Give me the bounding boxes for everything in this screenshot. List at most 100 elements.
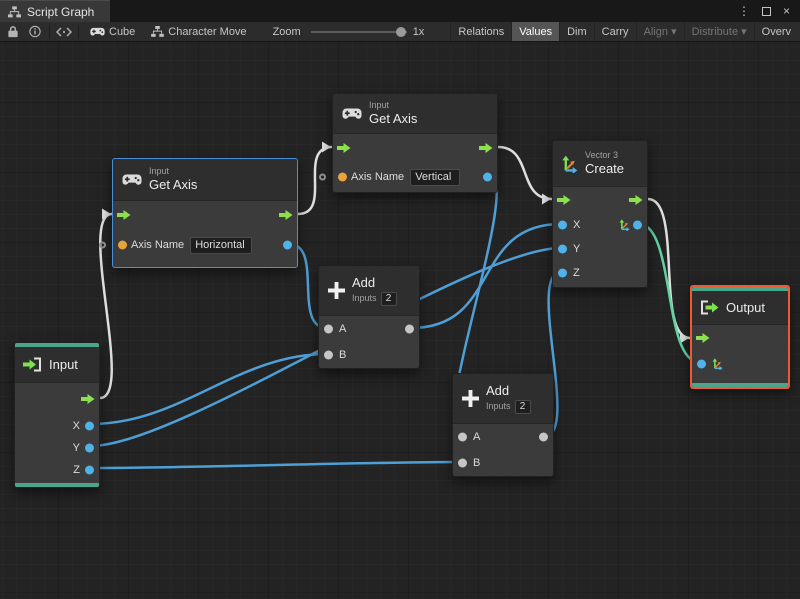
node-header[interactable]: Input [15,347,99,383]
port-row-y: Y [553,237,647,261]
control-in-port[interactable] [337,143,351,154]
maximize-icon[interactable] [761,6,771,16]
toggle-relations[interactable]: Relations [450,22,511,41]
graph-toolbar: Cube Character Move Zoom 1x Relations Va… [0,22,800,42]
wire-value-input-z-to-add2-b[interactable] [89,460,463,470]
close-icon[interactable]: × [783,5,790,17]
control-out-port[interactable] [479,143,493,154]
breadcrumb-gameobject[interactable]: Cube [82,22,143,41]
zoom-slider-handle[interactable] [395,26,406,37]
control-in-port[interactable] [696,333,710,344]
toggle-distribute[interactable]: Distribute ▾ [683,22,754,41]
node-add-2[interactable]: Add Inputs A B [452,373,554,477]
axis-name-field[interactable] [410,168,461,186]
control-in-port[interactable] [117,210,131,221]
toggle-dim[interactable]: Dim [559,22,594,41]
toolbar-separator [49,24,50,39]
node-title: Input [49,357,78,372]
menu-dots-icon[interactable]: ⋮ [738,5,750,17]
node-vector3-create[interactable]: Vector 3 Create X Y Z [552,140,648,288]
toolbar-separator [78,24,79,39]
input-port-b[interactable] [324,350,333,360]
gamepad-icon [90,27,105,37]
vector3-axes-icon [560,155,578,173]
node-get-axis-vertical[interactable]: Input Get Axis Axis Name [319,93,498,193]
node-subtitle: Input [369,100,390,111]
input-port-a[interactable] [458,432,467,442]
wire-flow-getaxis-vertical-to-vector3-arrowhead [542,193,551,205]
zoom-value: 1x [412,25,425,38]
wire-flow-getaxis-horizontal-to-getaxis-vertical[interactable] [296,145,334,216]
control-out-port[interactable] [629,195,643,206]
input-port-y[interactable] [558,244,567,254]
control-in-port[interactable] [557,195,571,206]
node-subtitle: Input [149,166,170,177]
wire-flow-getaxis-vertical-to-vector3[interactable] [496,145,554,201]
control-out-port[interactable] [81,394,95,405]
accent-strip [15,343,99,347]
control-port-row [692,325,788,351]
node-header[interactable]: Input Get Axis [113,159,297,201]
node-subtitle: Vector 3 [585,150,619,161]
input-port-a[interactable] [324,324,333,334]
gamepad-icon [342,108,362,120]
node-add-1[interactable]: Add Inputs A B [318,265,420,369]
vector3-input-port[interactable] [697,359,706,369]
wire-flow-getaxis-horizontal-to-getaxis-vertical-arrowhead [322,141,331,153]
output-port-z[interactable] [85,465,94,475]
inputs-count-field[interactable] [514,399,531,414]
value-output-port[interactable] [283,240,292,250]
port-y-label: Y [72,442,80,454]
toggle-align[interactable]: Align ▾ [635,22,684,41]
sum-output-port[interactable] [539,432,548,442]
control-port-row [113,201,297,229]
inputs-count-field[interactable] [380,291,397,306]
node-header[interactable]: Vector 3 Create [553,141,647,187]
output-port-x[interactable] [85,421,94,431]
input-port-x[interactable] [558,220,567,230]
node-graph-input[interactable]: Input X Y Z [14,342,100,488]
inputs-label: Inputs [486,401,511,412]
node-header[interactable]: Output [692,291,788,325]
node-graph-output[interactable]: Output [690,285,790,389]
vector3-output-icon [618,219,630,231]
toggle-carry[interactable]: Carry [593,22,636,41]
axis-name-row: Axis Name [319,162,497,192]
value-output-port[interactable] [483,172,492,182]
vector-input-row [692,351,788,377]
toggle-values[interactable]: Values [511,22,560,41]
zoom-slider[interactable] [310,26,407,37]
graph-name-label: Character Move [168,25,247,38]
script-graph-icon [8,6,21,18]
input-port-b[interactable] [458,458,467,468]
control-out-port[interactable] [279,210,293,221]
port-row-z: Z [15,459,99,481]
node-header[interactable]: Input Get Axis [333,94,497,134]
axis-name-row: Axis Name [99,229,297,261]
lock-icon[interactable] [2,22,24,42]
input-port-z[interactable] [558,268,567,278]
graph-canvas[interactable]: Input Get Axis Axis Name Input [0,42,800,599]
info-icon[interactable] [24,22,46,42]
node-header[interactable]: Add Inputs [453,374,553,424]
tab-script-graph[interactable]: Script Graph [0,0,111,22]
breadcrumb-graph[interactable]: Character Move [143,22,254,41]
wire-value-add1-to-vector3-x[interactable] [409,222,563,330]
code-icon[interactable] [53,22,75,42]
output-port-y[interactable] [85,443,94,453]
toolbar-toggle-group: Relations Values Dim Carry Align ▾ Distr… [450,22,798,41]
unconnected-port-indicator [99,241,106,249]
node-header[interactable]: Add Inputs [319,266,419,316]
wire-flow-vector3-to-output-arrowhead [680,332,689,344]
wire-flow-vector3-to-output[interactable] [646,197,692,340]
port-row-z: Z [553,261,647,285]
axis-name-input-port[interactable] [118,240,127,250]
unconnected-port-indicator [319,173,326,181]
vector3-output-port[interactable] [633,220,642,230]
node-get-axis-horizontal[interactable]: Input Get Axis Axis Name [99,158,298,268]
axis-name-field[interactable] [190,236,253,254]
sum-output-port[interactable] [405,324,414,334]
node-title: Add [352,275,376,291]
toggle-overview[interactable]: Overv [753,22,798,41]
axis-name-input-port[interactable] [338,172,347,182]
